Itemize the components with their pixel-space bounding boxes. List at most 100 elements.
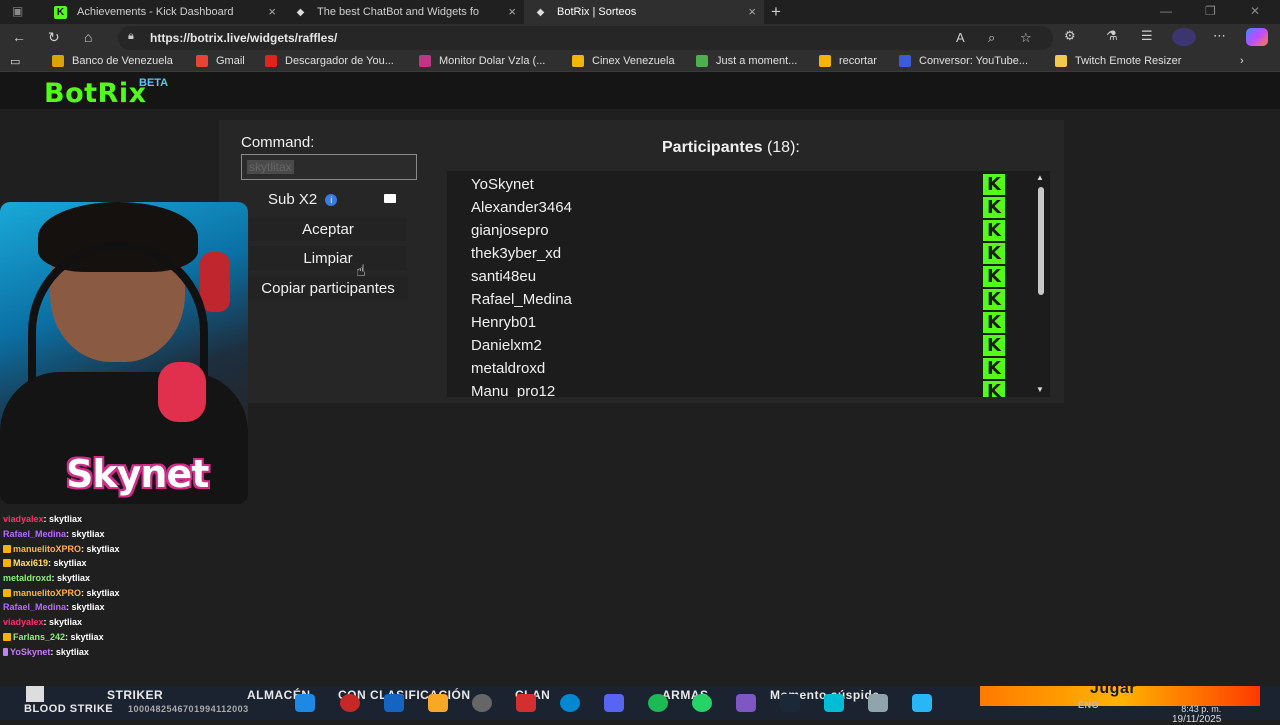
bookmark-banco-venezuela[interactable]: Banco de Venezuela [52,55,173,67]
obs-icon[interactable] [472,694,492,712]
bookmark-just-a-moment[interactable]: Just a moment... [696,55,797,67]
kick-icon: K [983,312,1005,333]
zoom-icon[interactable]: ⌕ [988,30,995,46]
chat-message: : skytliax [50,646,89,657]
list-item[interactable]: Danielxm2 K [447,334,1007,357]
new-tab-icon[interactable]: + [771,2,781,22]
list-item[interactable]: Henryb01 K [447,311,1007,334]
list-item[interactable]: YoSkynet K [447,173,1007,196]
participant-name: gianjosepro [471,222,549,239]
bookmark-cinex[interactable]: Cinex Venezuela [572,55,675,67]
participant-name: YoSkynet [471,176,534,193]
sidebar-toggle-icon[interactable]: ▭ [10,55,20,68]
spotify-icon[interactable] [648,694,668,712]
app-purple-icon[interactable] [736,694,756,712]
minimize-icon[interactable]: — [1160,4,1172,18]
chat-line: metaldroxd: skytliax [3,571,243,586]
bookmark-monitor-dolar[interactable]: Monitor Dolar Vzla (... [419,55,545,67]
chat-user: Maxi619 [13,558,49,569]
edge-icon[interactable] [560,694,580,712]
download-icon [265,55,277,67]
bookmark-recortar[interactable]: recortar [819,55,877,67]
settings-icon[interactable] [868,694,888,712]
scroll-thumb[interactable] [1038,187,1044,295]
bookmark-twitch-emote[interactable]: Twitch Emote Resizer [1055,55,1181,67]
list-item[interactable]: Alexander3464 K [447,196,1007,219]
windows-start-icon[interactable] [26,686,44,702]
sub-x2-option: Sub X2 i [268,191,338,208]
tab-kick-dashboard[interactable]: K Achievements - Kick Dashboard × [44,0,284,24]
close-icon[interactable]: × [508,4,516,19]
close-icon[interactable]: × [268,4,276,19]
read-aloud-icon[interactable]: A [956,30,965,45]
jugar-banner[interactable]: Jugar [980,680,1260,706]
bookmark-conversor-youtube[interactable]: Conversor: YouTube... [899,55,1028,67]
cinex-icon [572,55,584,67]
accept-button[interactable]: Aceptar [250,217,406,241]
favorites-icon[interactable]: ☰ [1141,28,1153,44]
webcam-overlay: Skynet [0,202,248,504]
url-text[interactable]: https://botrix.live/widgets/raffles/ [150,31,337,45]
bookmarks-more-icon[interactable]: › [1240,55,1244,67]
bookmark-label: Banco de Venezuela [72,55,173,67]
list-item[interactable]: metaldroxd K [447,357,1007,380]
close-icon[interactable]: × [748,4,756,19]
window-close-icon[interactable]: ✕ [1250,4,1260,18]
botrix-logo[interactable]: BotRix [44,78,147,109]
refresh-icon[interactable]: ↻ [48,29,60,46]
app-red-icon[interactable] [340,694,360,712]
file-explorer-icon[interactable] [428,694,448,712]
info-icon[interactable]: i [325,193,338,206]
tab-botrix-chatbot[interactable]: ◆ The best ChatBot and Widgets fo × [284,0,524,24]
whatsapp-icon[interactable] [692,694,712,712]
scroll-down-icon[interactable]: ▼ [1036,385,1044,394]
bookmark-descargador[interactable]: Descargador de You... [265,55,394,67]
steam-icon[interactable] [780,694,800,712]
bookmark-gmail[interactable]: Gmail [196,55,245,67]
copy-participants-button[interactable]: Copiar participantes [248,276,408,300]
list-item[interactable]: thek3yber_xd K [447,242,1007,265]
kick-icon: K [983,289,1005,310]
more-menu-icon[interactable]: ⋯ [1213,28,1226,44]
chat-user: viadyalex [3,514,44,525]
back-icon[interactable]: ← [12,29,26,45]
language-label[interactable]: ENG [1078,700,1099,710]
copilot-icon[interactable] [1246,28,1268,46]
tab-actions-icon[interactable]: ▣ [12,4,23,18]
extensions-icon[interactable]: ⚙ [1064,28,1076,44]
sub-x2-checkbox[interactable] [384,194,396,203]
microphone [158,362,206,422]
split-screen-icon[interactable]: ⚗ [1106,28,1118,44]
command-value[interactable]: skytlitax [247,160,294,174]
restore-icon[interactable]: ❐ [1205,4,1216,18]
home-icon[interactable]: ⌂ [84,29,92,45]
scroll-up-icon[interactable]: ▲ [1036,173,1044,182]
app-cyan-icon[interactable] [824,694,844,712]
favorite-star-icon[interactable]: ☆ [1020,30,1032,46]
list-item[interactable]: Rafael_Medina K [447,288,1007,311]
command-input[interactable]: skytlitax [241,154,417,180]
game-title: STRIKER [107,688,164,702]
system-clock[interactable]: 8:43 p. m. 19/11/2025 [1172,704,1221,725]
tiktok-icon[interactable] [516,694,536,712]
app-blue-icon[interactable] [912,694,932,712]
chat-message: : skytliax [51,573,91,584]
clear-button[interactable]: Limpiar [250,246,406,270]
discord-icon[interactable] [604,694,624,712]
participants-heading: Participantes [662,139,763,156]
profile-avatar[interactable] [1172,28,1196,46]
tt-icon [696,55,708,67]
participant-name: Alexander3464 [471,199,572,216]
participants-list[interactable]: YoSkynet K Alexander3464 K gianjosepro K th… [447,171,1050,397]
list-scrollbar[interactable]: ▲ ▼ [1034,173,1048,395]
list-item[interactable]: santi48eu K [447,265,1007,288]
botrix-icon: ◆ [536,6,545,18]
search-taskbar-icon[interactable] [295,694,315,712]
lock-icon[interactable]: 🔒︎ [128,30,134,43]
mail-icon[interactable] [384,694,404,712]
list-item[interactable]: Manu_pro12 K [447,380,1007,397]
tab-botrix-sorteos[interactable]: ◆ BotRix | Sorteos × [524,0,764,24]
list-item[interactable]: gianjosepro K [447,219,1007,242]
address-bar[interactable]: 🔒︎ https://botrix.live/widgets/raffles/ … [118,26,1053,50]
chat-user: manuelitoXPRO [13,543,82,554]
